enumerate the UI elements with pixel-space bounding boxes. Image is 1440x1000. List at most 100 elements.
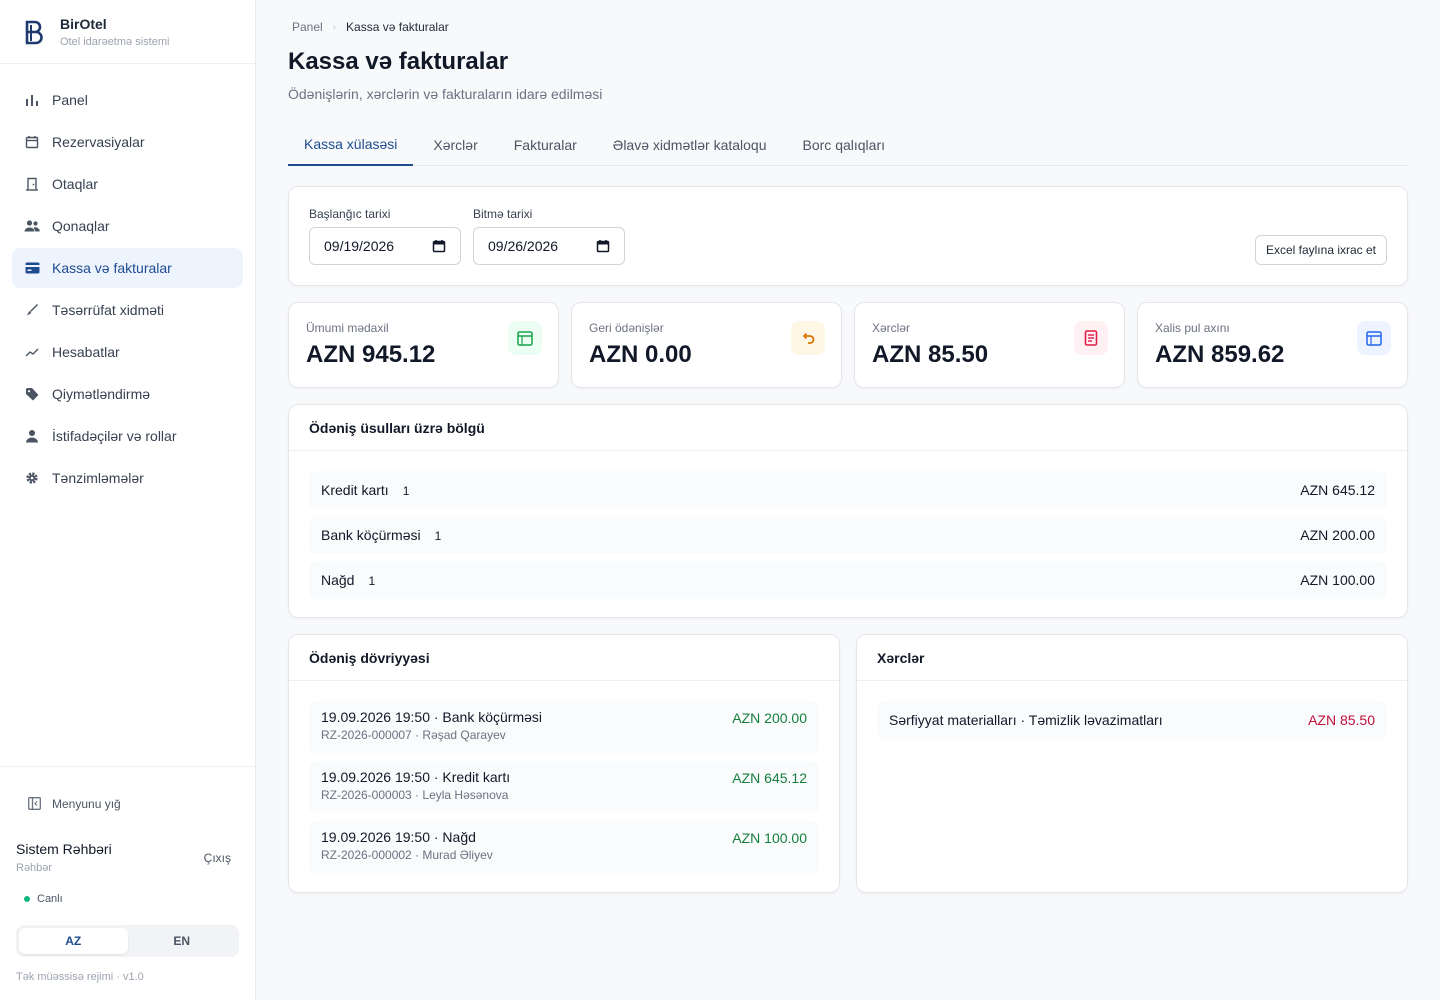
gear-icon — [24, 470, 40, 486]
brand-logo-icon — [25, 20, 43, 44]
lang-az-button[interactable]: AZ — [19, 928, 128, 954]
door-icon — [24, 176, 40, 192]
sidebar-item-label: Panel — [52, 92, 88, 108]
payment-count: 1 — [368, 574, 376, 588]
start-date-input[interactable]: 09/19/2026 — [309, 227, 461, 265]
broom-icon — [24, 302, 40, 318]
receipt-icon — [1074, 321, 1108, 355]
payment-amount: AZN 645.12 — [1300, 482, 1375, 498]
status-dot-icon — [24, 896, 30, 902]
kpi-card-refunds: Geri ödənişlər AZN 0.00 — [571, 302, 842, 388]
sidebar-item-label: Qiymətləndirmə — [52, 386, 151, 402]
sidebar: BirOtel Otel idarəetmə sistemi Panel Rez… — [0, 0, 256, 1000]
tab-extra-services-catalog[interactable]: Əlavə xidmətlər kataloqu — [597, 124, 783, 165]
live-status: Canlı — [24, 893, 63, 905]
sidebar-item-label: Tənzimləmələr — [52, 470, 144, 486]
reservation-line: RZ-2026-000002 · Murad Əliyev — [321, 848, 493, 862]
card-title: Ödəniş dövriyyəsi — [289, 635, 839, 681]
export-excel-button[interactable]: Excel faylına ixrac et — [1254, 235, 1387, 265]
brand-name: BirOtel — [60, 15, 107, 32]
sidebar-item-label: Qonaqlar — [52, 218, 110, 234]
page-subtitle: Ödənişlərin, xərclərin və fakturaların i… — [288, 86, 603, 102]
tab-debt-balances[interactable]: Borc qalıqları — [787, 124, 901, 165]
payment-method: Bank köçürməsi — [321, 527, 421, 543]
kpi-card-expenses: Xərclər AZN 85.50 — [854, 302, 1125, 388]
card-title: Ödəniş üsulları üzrə bölgü — [289, 405, 1407, 451]
kpi-label: Geri ödənişlər — [589, 321, 664, 335]
end-date-input[interactable]: 09/26/2026 — [473, 227, 625, 265]
brand-subtitle: Otel idarəetmə sistemi — [60, 35, 170, 48]
sidebar-item-reservations[interactable]: Rezervasiyalar — [12, 122, 243, 162]
end-date-value: 09/26/2026 — [488, 238, 559, 254]
chevron-right-icon: › — [332, 21, 337, 33]
kpi-card-total-income: Ümumi mədaxil AZN 945.12 — [288, 302, 559, 388]
calendar-icon[interactable] — [596, 239, 610, 253]
sidebar-item-users-roles[interactable]: İstifadəçilər və rollar — [12, 416, 243, 456]
payment-count: 1 — [434, 529, 442, 543]
reservation-line: RZ-2026-000003 · Leyla Həsənova — [321, 788, 509, 802]
kpi-value: AZN 859.62 — [1155, 341, 1285, 368]
sidebar-item-cashier-invoices[interactable]: Kassa və fakturalar — [12, 248, 243, 288]
tab-invoices[interactable]: Fakturalar — [498, 124, 593, 165]
payment-method-breakdown-card: Ödəniş üsulları üzrə bölgü Kredit kartı 1… — [288, 404, 1408, 618]
user-role: Rəhbər — [16, 862, 53, 874]
breadcrumb-home-link[interactable]: Panel — [292, 20, 323, 34]
language-switcher: AZ EN — [16, 925, 239, 957]
tab-bar: Kassa xülasəsi Xərclər Fakturalar Əlavə … — [288, 124, 1408, 166]
sidebar-item-housekeeping[interactable]: Təsərrüfat xidməti — [12, 290, 243, 330]
tab-expenses[interactable]: Xərclər — [417, 124, 493, 165]
user-name: Sistem Rəhbəri — [16, 841, 112, 857]
kpi-label: Xərclər — [872, 321, 911, 335]
sidebar-item-label: Kassa və fakturalar — [52, 260, 172, 276]
bar-chart-icon — [24, 92, 40, 108]
payment-amount: AZN 200.00 — [732, 710, 807, 726]
kpi-value: AZN 945.12 — [306, 341, 436, 368]
calendar-icon[interactable] — [432, 239, 446, 253]
payment-count: 1 — [402, 484, 410, 498]
expense-label: Sərfiyyat materialları · Təmizlik ləvazi… — [889, 712, 1163, 728]
collapse-menu-button[interactable]: Menyunu yığ — [28, 797, 121, 811]
sidebar-item-guests[interactable]: Qonaqlar — [12, 206, 243, 246]
credit-card-icon — [24, 260, 40, 276]
sidebar-item-pricing[interactable]: Qiymətləndirmə — [12, 374, 243, 414]
sidebar-footer: Menyunu yığ Sistem Rəhbəri Rəhbər Çıxış … — [0, 766, 255, 1000]
list-item: Bank köçürməsi 1 AZN 200.00 — [309, 516, 1387, 554]
trend-icon — [24, 344, 40, 360]
sidebar-item-settings[interactable]: Tənzimləmələr — [12, 458, 243, 498]
page-title: Kassa və fakturalar — [288, 48, 509, 75]
sidebar-item-reports[interactable]: Hesabatlar — [12, 332, 243, 372]
payment-method: Kredit kartı — [321, 482, 389, 498]
start-date-field: Başlanğıc tarixi 09/19/2026 — [309, 207, 461, 265]
kpi-card-net-cashflow: Xalis pul axını AZN 859.62 — [1137, 302, 1408, 388]
wallet-icon — [1357, 321, 1391, 355]
list-item: 19.09.2026 19:50 · Nağd RZ-2026-000002 ·… — [309, 821, 819, 873]
calendar-icon — [24, 134, 40, 150]
breadcrumb: Panel › Kassa və fakturalar — [292, 20, 449, 34]
end-date-label: Bitmə tarixi — [473, 207, 533, 221]
version-label: Tək müəssisə rejimi · v1.0 — [16, 971, 144, 983]
payment-amount: AZN 100.00 — [1300, 572, 1375, 588]
wallet-icon — [508, 321, 542, 355]
sidebar-collapse-icon — [28, 797, 42, 811]
users-icon — [24, 218, 40, 234]
sidebar-item-label: Hesabatlar — [52, 344, 120, 360]
start-date-label: Başlanğıc tarixi — [309, 207, 391, 221]
tab-cash-summary[interactable]: Kassa xülasəsi — [288, 124, 414, 166]
lang-en-button[interactable]: EN — [128, 928, 237, 954]
undo-icon — [791, 321, 825, 355]
expense-amount: AZN 85.50 — [1308, 712, 1375, 728]
live-status-label: Canlı — [37, 893, 63, 905]
breadcrumb-current: Kassa və fakturalar — [346, 20, 449, 34]
tag-icon — [24, 386, 40, 402]
sidebar-nav: Panel Rezervasiyalar Otaqlar Qonaqlar Ka… — [0, 64, 255, 516]
kpi-value: AZN 85.50 — [872, 341, 989, 368]
payment-amount: AZN 645.12 — [732, 770, 807, 786]
user-icon — [24, 428, 40, 444]
list-item: Nağd 1 AZN 100.00 — [309, 561, 1387, 599]
end-date-field: Bitmə tarixi 09/26/2026 — [473, 207, 625, 265]
logout-button[interactable]: Çıxış — [204, 851, 231, 865]
reservation-line: RZ-2026-000007 · Rəşad Qarayev — [321, 728, 506, 742]
sidebar-item-panel[interactable]: Panel — [12, 80, 243, 120]
payment-turnover-card: Ödəniş dövriyyəsi 19.09.2026 19:50 · Ban… — [288, 634, 840, 893]
sidebar-item-rooms[interactable]: Otaqlar — [12, 164, 243, 204]
